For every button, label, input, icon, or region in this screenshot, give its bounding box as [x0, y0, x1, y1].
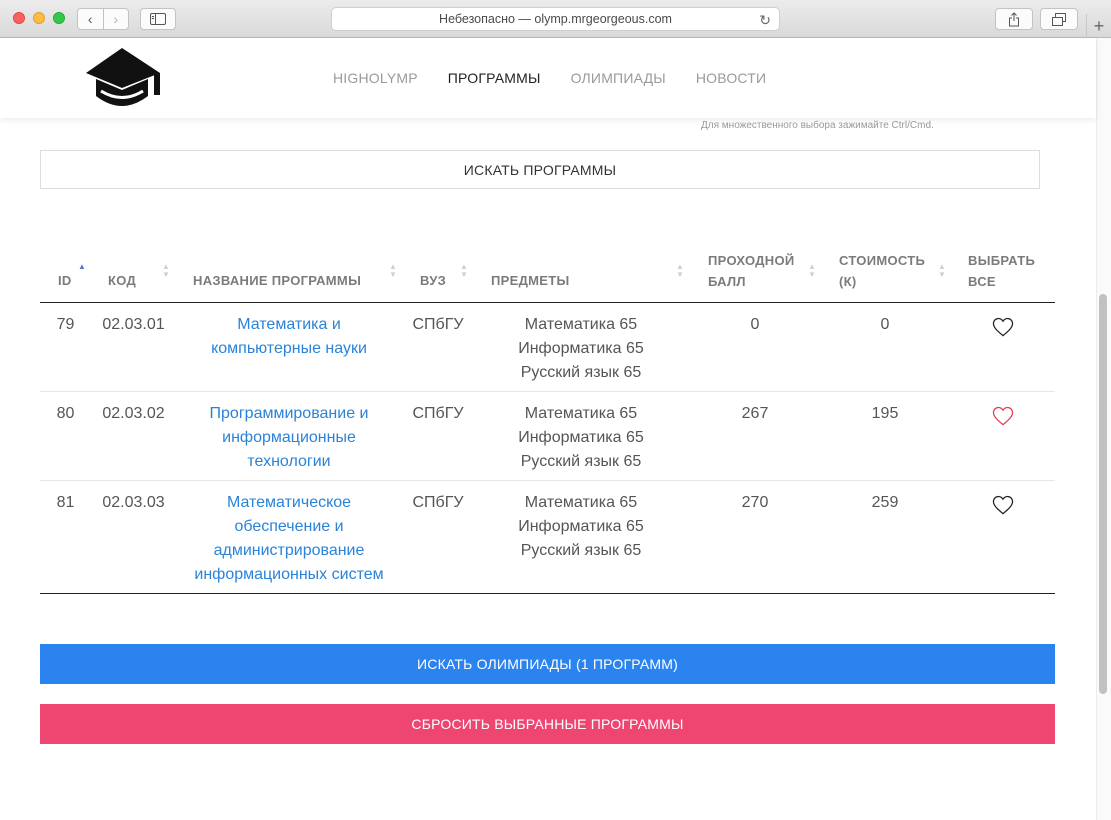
forward-button[interactable]: › [102, 9, 129, 29]
column-header-subjects[interactable]: ПРЕДМЕТЫ [491, 270, 570, 291]
address-bar[interactable]: Небезопасно — olymp.mrgeorgeous.com ↻ [331, 7, 780, 31]
minimize-window-button[interactable] [33, 12, 45, 24]
cell-pass-score: 267 [741, 405, 769, 422]
cell-code: 02.03.01 [102, 316, 165, 333]
cell-pass-score: 270 [741, 494, 769, 511]
menu-item-programs[interactable]: ПРОГРАММЫ [448, 70, 541, 86]
cell-code: 02.03.03 [102, 494, 165, 511]
menu-item-news[interactable]: НОВОСТИ [696, 70, 766, 86]
sidebar-toggle-button[interactable] [140, 8, 176, 30]
tab-overview-button[interactable] [1040, 8, 1078, 30]
sort-icon[interactable]: ▲ ▼ [675, 263, 685, 279]
heart-icon[interactable] [992, 317, 1014, 337]
plus-icon: + [1093, 15, 1105, 36]
cell-code: 02.03.02 [102, 405, 165, 422]
column-header-id[interactable]: ID [58, 270, 72, 291]
browser-toolbar: ‹ › Небезопасно — olymp.mrgeorgeous.com … [0, 0, 1111, 38]
column-header-name[interactable]: НАЗВАНИЕ ПРОГРАММЫ [193, 270, 361, 291]
scrollbar-thumb[interactable] [1099, 294, 1107, 694]
cell-cost: 0 [880, 316, 890, 333]
search-programs-button[interactable]: ИСКАТЬ ПРОГРАММЫ [40, 150, 1040, 189]
column-header-pass-score[interactable]: ПРОХОДНОЙ БАЛЛ [708, 250, 795, 292]
cell-cost: 195 [871, 405, 899, 422]
menu-item-olympiads[interactable]: ОЛИМПИАДЫ [571, 70, 666, 86]
heart-selected-icon[interactable] [992, 406, 1014, 426]
site-header: HIGHOLYMP ПРОГРАММЫ ОЛИМПИАДЫ НОВОСТИ [0, 38, 1096, 118]
cell-subjects: Математика 65 Информатика 65 Русский язы… [518, 494, 644, 559]
cell-cost: 259 [871, 494, 899, 511]
menu-item-higholymp[interactable]: HIGHOLYMP [333, 70, 418, 86]
table-row: 80 02.03.02 Программирование и информаци… [40, 392, 1055, 481]
cell-id: 81 [56, 494, 75, 511]
sort-icon[interactable]: ▲ ▼ [807, 263, 817, 279]
share-button[interactable] [995, 8, 1033, 30]
cell-id: 80 [56, 405, 75, 422]
column-header-code[interactable]: КОД [108, 270, 136, 291]
programs-table: ID ▲ КОД ▲ ▼ НАЗВАНИЕ ПРОГРАММЫ ▲ ▼ ВУЗ ▲ ▼… [40, 248, 1055, 594]
cell-university: СПбГУ [412, 405, 464, 422]
tabs-icon [1052, 12, 1066, 26]
column-header-cost[interactable]: СТОИМОСТЬ (К) [839, 250, 925, 292]
program-link[interactable]: Математическое обеспечение и администрир… [179, 491, 399, 587]
new-tab-button[interactable]: + [1086, 14, 1111, 38]
cell-subjects: Математика 65 Информатика 65 Русский язы… [518, 405, 644, 470]
chevron-right-icon: › [113, 11, 119, 27]
cell-id: 79 [56, 316, 75, 333]
sort-icon[interactable]: ▲ ▼ [459, 263, 469, 279]
sort-icon[interactable]: ▲ [77, 263, 87, 271]
table-row: 79 02.03.01 Математика и компьютерные на… [40, 303, 1055, 392]
program-link[interactable]: Математика и компьютерные науки [179, 313, 399, 361]
back-button[interactable]: ‹ [78, 9, 103, 29]
table-header: ID ▲ КОД ▲ ▼ НАЗВАНИЕ ПРОГРАММЫ ▲ ▼ ВУЗ ▲ ▼… [40, 248, 1055, 303]
address-text: Небезопасно — olymp.mrgeorgeous.com [439, 12, 672, 26]
sort-icon[interactable]: ▲ ▼ [161, 263, 171, 279]
history-navigation: ‹ › [77, 8, 129, 30]
cell-university: СПбГУ [412, 316, 464, 333]
cell-university: СПбГУ [412, 494, 464, 511]
sidebar-icon [150, 13, 166, 25]
search-olympiads-button[interactable]: ИСКАТЬ ОЛИМПИАДЫ (1 ПРОГРАММ) [40, 644, 1055, 684]
chevron-left-icon: ‹ [87, 11, 93, 27]
program-link[interactable]: Программирование и информационные технол… [179, 402, 399, 474]
cell-pass-score: 0 [750, 316, 760, 333]
heart-icon[interactable] [992, 495, 1014, 515]
share-icon [1009, 11, 1019, 26]
table-row: 81 02.03.03 Математическое обеспечение и… [40, 481, 1055, 594]
main-menu: HIGHOLYMP ПРОГРАММЫ ОЛИМПИАДЫ НОВОСТИ [333, 70, 766, 86]
column-header-university[interactable]: ВУЗ [420, 270, 446, 291]
sort-icon[interactable]: ▲ ▼ [388, 263, 398, 279]
multi-select-hint: Для множественного выбора зажимайте Ctrl… [701, 120, 934, 131]
reset-selection-button[interactable]: СБРОСИТЬ ВЫБРАННЫЕ ПРОГРАММЫ [40, 704, 1055, 744]
cell-subjects: Математика 65 Информатика 65 Русский язы… [518, 316, 644, 381]
select-all-header[interactable]: ВЫБРАТЬ ВСЕ [968, 250, 1035, 292]
close-window-button[interactable] [13, 12, 25, 24]
reload-icon[interactable]: ↻ [759, 12, 771, 29]
graduation-cap-icon[interactable] [83, 46, 163, 110]
zoom-window-button[interactable] [53, 12, 65, 24]
sort-icon[interactable]: ▲ ▼ [937, 263, 947, 279]
